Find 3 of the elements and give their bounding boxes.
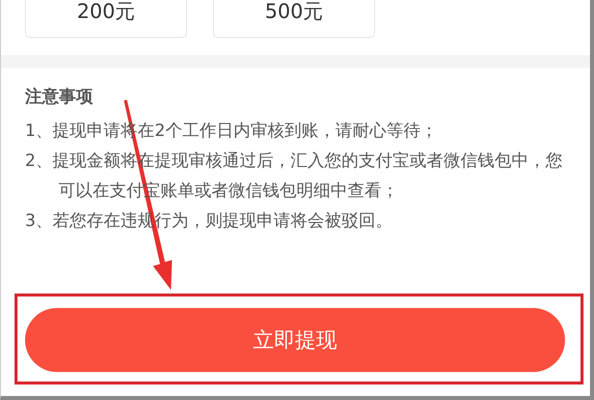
amount-option[interactable]: 500元 (213, 0, 375, 38)
amount-option[interactable]: 200元 (25, 0, 187, 38)
notice-title: 注意事项 (25, 86, 94, 108)
